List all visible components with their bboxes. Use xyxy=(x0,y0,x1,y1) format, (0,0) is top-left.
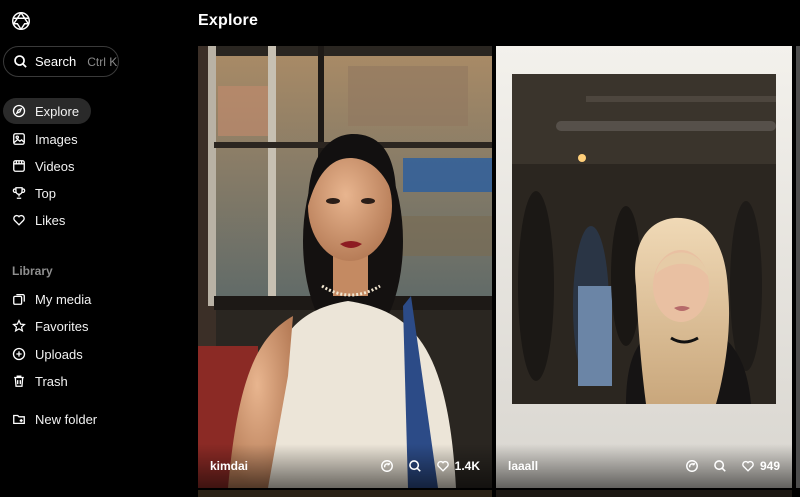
openai-logo-icon[interactable] xyxy=(10,10,32,32)
search-button[interactable]: Search Ctrl K xyxy=(3,46,119,77)
card-actions: 1.4K xyxy=(380,459,480,473)
library-label-trash: Trash xyxy=(35,373,68,389)
media-image xyxy=(198,46,492,488)
trash-icon xyxy=(14,375,24,387)
media-card-next-row[interactable] xyxy=(496,490,792,497)
video-icon xyxy=(13,160,25,172)
media-card[interactable]: laaall 949 xyxy=(496,46,792,488)
library-heading: Library xyxy=(12,264,53,278)
like-count: 949 xyxy=(759,459,780,473)
page-title: Explore xyxy=(198,12,259,29)
library-item-favorites[interactable]: Favorites xyxy=(3,313,100,339)
media-icon xyxy=(13,293,25,305)
media-card[interactable]: kimdai 1.4K xyxy=(198,46,492,488)
remix-icon[interactable] xyxy=(380,459,394,473)
search-icon[interactable] xyxy=(408,459,422,473)
nav-item-videos[interactable]: Videos xyxy=(3,153,87,179)
sidebar: Search Ctrl K Explore Images Videos Top … xyxy=(0,0,190,497)
media-card-next-row[interactable] xyxy=(198,490,492,497)
nav-label-explore: Explore xyxy=(35,103,80,119)
like-count: 1.4K xyxy=(454,459,480,473)
nav-label-videos: Videos xyxy=(35,158,75,174)
library-item-trash[interactable]: Trash xyxy=(3,368,80,394)
new-folder-icon xyxy=(13,414,25,425)
heart-icon xyxy=(742,460,754,472)
media-image xyxy=(496,46,792,488)
card-author[interactable]: laaall xyxy=(508,459,685,473)
nav-item-images[interactable]: Images xyxy=(3,126,90,152)
search-icon xyxy=(14,55,27,68)
like-button[interactable]: 1.4K xyxy=(436,459,480,473)
library-item-my-media[interactable]: My media xyxy=(3,286,103,312)
nav-item-top[interactable]: Top xyxy=(3,180,68,206)
upload-icon xyxy=(12,347,26,361)
library-label-new-folder: New folder xyxy=(35,411,98,427)
library-item-new-folder[interactable]: New folder xyxy=(3,406,109,432)
nav-item-likes[interactable]: Likes xyxy=(3,207,77,233)
star-icon xyxy=(12,319,26,333)
nav-item-explore[interactable]: Explore xyxy=(3,98,92,124)
library-label-my-media: My media xyxy=(35,291,92,307)
search-shortcut: Ctrl K xyxy=(87,54,118,69)
card-footer: laaall 949 xyxy=(496,444,792,488)
library-label-favorites: Favorites xyxy=(35,318,89,334)
nav-label-top: Top xyxy=(35,185,56,201)
heart-icon xyxy=(13,214,25,226)
card-actions: 949 xyxy=(685,459,780,473)
library-label-uploads: Uploads xyxy=(35,346,83,362)
like-button[interactable]: 949 xyxy=(741,459,780,473)
compass-icon xyxy=(12,104,26,118)
search-icon[interactable] xyxy=(713,459,727,473)
remix-icon[interactable] xyxy=(685,459,699,473)
card-author[interactable]: kimdai xyxy=(210,459,380,473)
trophy-icon xyxy=(12,187,26,199)
image-icon xyxy=(13,133,25,145)
card-footer: kimdai 1.4K xyxy=(198,444,492,488)
search-label: Search xyxy=(35,54,77,69)
library-item-uploads[interactable]: Uploads xyxy=(3,341,95,367)
nav-label-likes: Likes xyxy=(35,212,66,228)
media-card-partial[interactable] xyxy=(796,46,800,488)
nav-label-images: Images xyxy=(35,131,78,147)
heart-icon xyxy=(436,460,449,472)
